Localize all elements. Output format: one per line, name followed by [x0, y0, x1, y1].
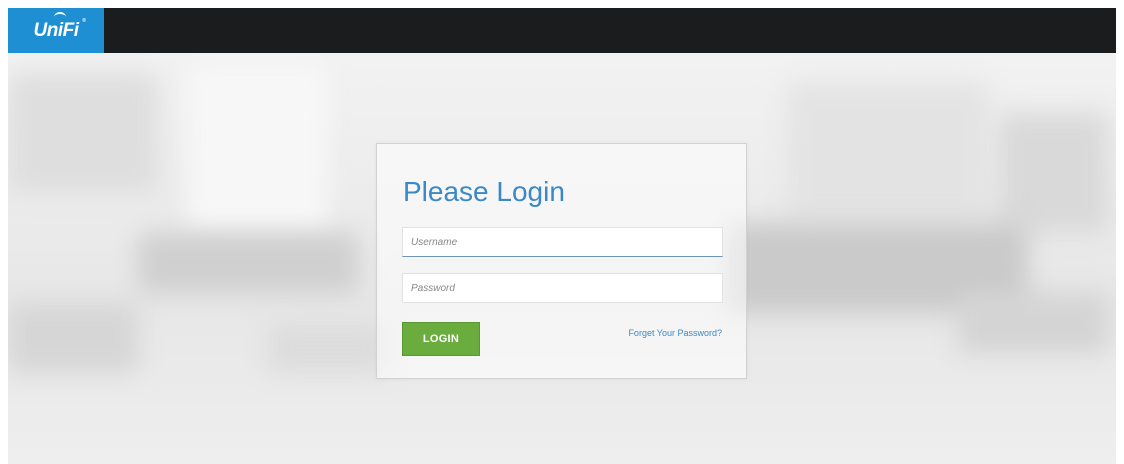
page-title: Please Login	[403, 176, 565, 207]
top-bar: UniFi ®	[8, 8, 1116, 53]
logo-text: UniFi ®	[34, 11, 86, 42]
username-input[interactable]	[402, 227, 723, 257]
login-button[interactable]: LOGIN	[402, 322, 480, 356]
forgot-password-link[interactable]: Forget Your Password?	[628, 328, 722, 338]
login-card: Please Login LOGIN Forget Your Password?	[376, 143, 747, 379]
unifi-logo[interactable]: UniFi ®	[8, 8, 104, 53]
password-input[interactable]	[402, 273, 723, 303]
